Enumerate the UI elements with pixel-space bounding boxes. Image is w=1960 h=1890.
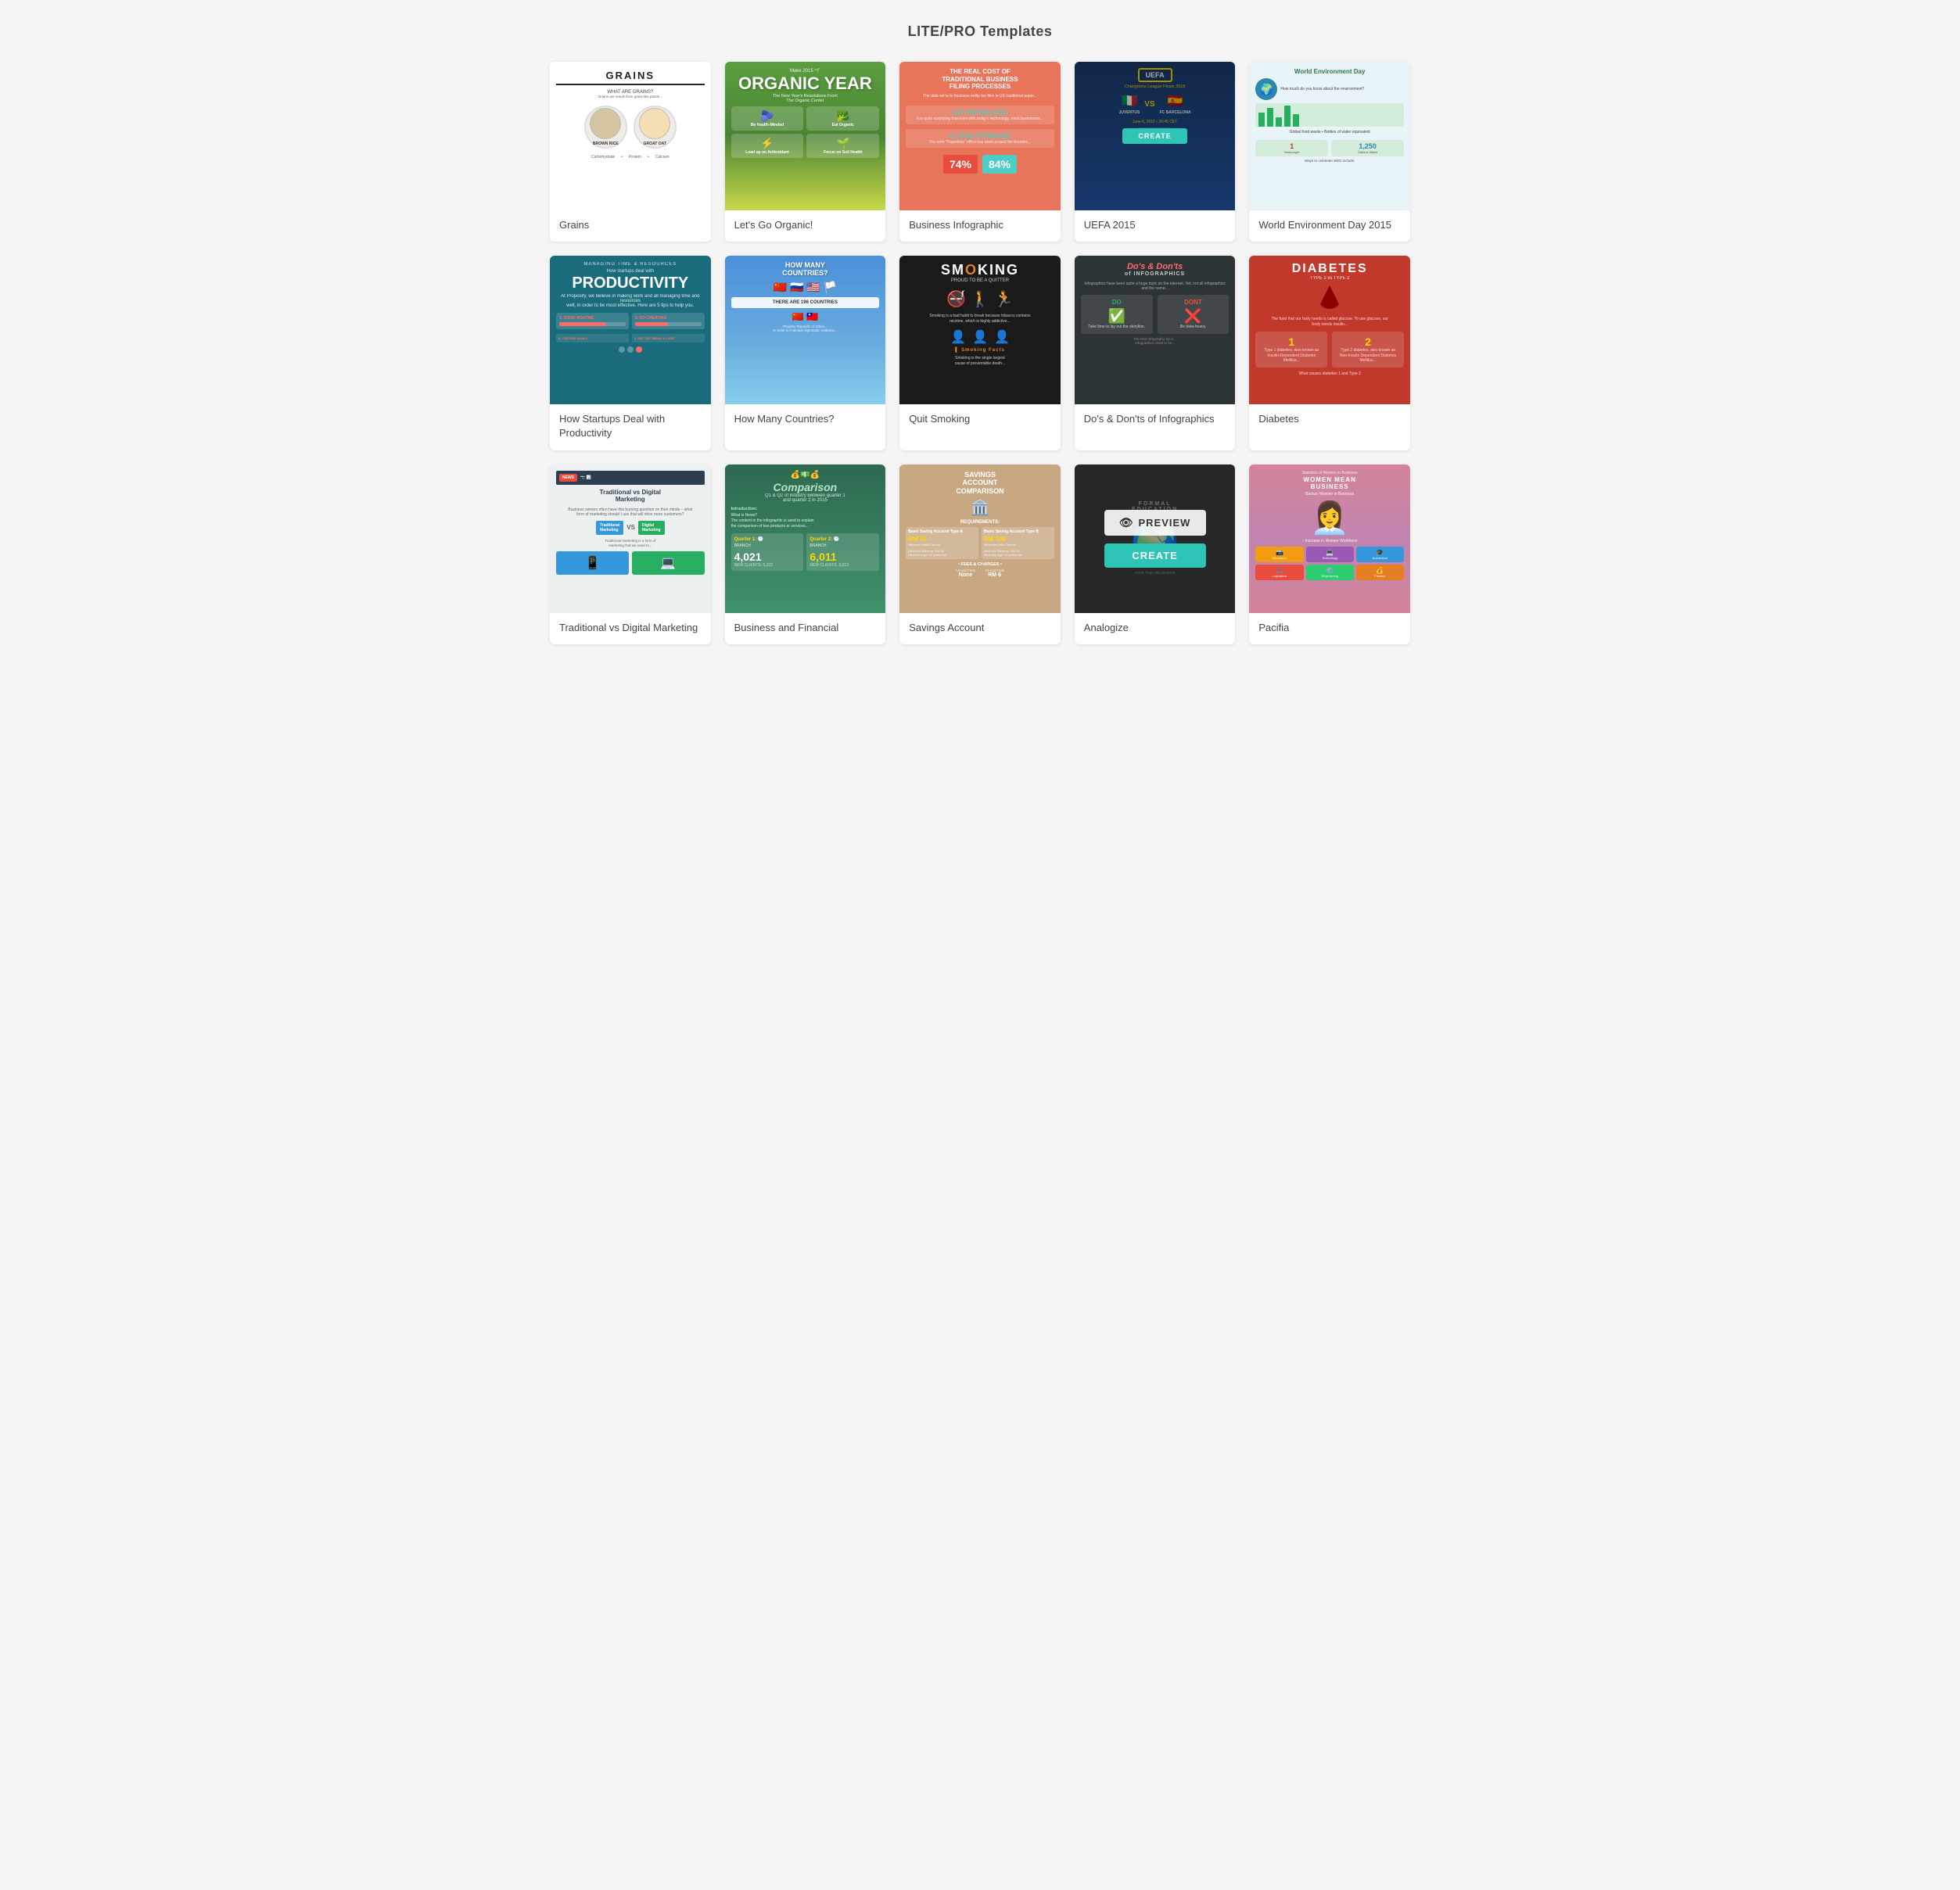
card-organic[interactable]: Make 2015 🌱 ORGANIC YEAR The New Year's … [725,62,886,242]
preview-btn-smoking[interactable]: 👁 PREVIEW [929,301,1031,327]
card-label-analogize: Analogize [1075,613,1236,644]
create-btn-financial[interactable]: CREATE [754,543,856,568]
eye-icon-smoking: 👁 [944,307,959,321]
card-thumb-world-env: World Environment Day 🌍 How much do you … [1249,62,1410,210]
create-btn-grains[interactable]: CREATE [580,141,681,165]
card-thumb-marketing: NEWS 📷 📊 Traditional vs DigitalMarketing… [550,464,711,613]
card-countries[interactable]: HOW MANYCOUNTRIES? 🇨🇳 🇷🇺 🇺🇸 🏳️ THERE ARE… [725,256,886,450]
preview-btn-grains[interactable]: 👁 PREVIEW [580,107,681,133]
card-productivity[interactable]: MANAGING TIME & RESOURCES How startups d… [550,256,711,450]
preview-btn-savings[interactable]: 👁 PREVIEW [929,510,1031,536]
eye-icon-dos-donts: 👁 [1119,307,1134,321]
card-diabetes[interactable]: DIABETES TYPE 1 vs TYPE 2 The food that … [1249,256,1410,450]
eye-icon-diabetes: 👁 [1294,307,1308,321]
preview-btn-organic[interactable]: 👁 PREVIEW [754,107,856,133]
card-smoking[interactable]: SMOKING PROUD TO BE A QUITTER 🚭 🚶 🏃 Smok… [899,256,1061,450]
preview-btn-world-env[interactable]: 👁 PREVIEW [1279,107,1380,133]
card-label-organic: Let's Go Organic! [725,210,886,242]
card-savings[interactable]: SAVINGSACCOUNTCOMPARISON 🏛️ REQUIREMENTS… [899,464,1061,644]
eye-icon-analogize: 👁 [1119,516,1134,529]
card-uefa[interactable]: UEFA Champions League Finals 2015 🇮🇹 JUV… [1075,62,1236,242]
card-label-productivity: How Startups Deal with Productivity [550,404,711,450]
card-financial[interactable]: 💰💵💰 Comparison Q1 & Q2 of industry betwe… [725,464,886,644]
overlay-analogize: 👁 PREVIEW CREATE [1075,464,1236,613]
preview-btn-countries[interactable]: 👁 PREVIEW [754,301,856,327]
card-thumb-productivity: MANAGING TIME & RESOURCES How startups d… [550,256,711,404]
preview-btn-diabetes[interactable]: 👁 PREVIEW [1279,301,1380,327]
create-btn-analogize[interactable]: CREATE [1104,543,1206,568]
card-thumb-uefa: UEFA Champions League Finals 2015 🇮🇹 JUV… [1075,62,1236,210]
card-grains[interactable]: GRAINS WHAT ARE GRAINS?Grains are seeds … [550,62,711,242]
card-thumb-analogize: FORMALEDUCATION 🌍 world map visualizatio… [1075,464,1236,613]
create-btn-smoking[interactable]: CREATE [929,335,1031,359]
card-label-countries: How Many Countries? [725,404,886,436]
card-label-dos-donts: Do's & Don'ts of Infographics [1075,404,1236,436]
card-thumb-smoking: SMOKING PROUD TO BE A QUITTER 🚭 🚶 🏃 Smok… [899,256,1061,404]
preview-btn-business[interactable]: 👁 PREVIEW [929,107,1031,133]
create-btn-countries[interactable]: CREATE [754,335,856,359]
eye-icon-marketing: 👁 [594,516,609,529]
card-label-savings: Savings Account [899,613,1061,644]
card-thumb-dos-donts: Do's & Don'ts of INFOGRAPHICS Infographi… [1075,256,1236,404]
preview-btn-analogize[interactable]: 👁 PREVIEW [1104,510,1206,536]
create-btn-uefa-visible[interactable]: CREATE [1122,128,1186,144]
eye-icon-world-env: 👁 [1294,113,1308,127]
create-btn-diabetes[interactable]: CREATE [1279,335,1380,359]
eye-icon-business: 👁 [944,113,959,127]
card-label-marketing: Traditional vs Digital Marketing [550,613,711,644]
card-label-world-env: World Environment Day 2015 [1249,210,1410,242]
eye-icon-productivity: 👁 [594,307,609,321]
eye-icon-financial: 👁 [770,516,784,529]
create-btn-pacifia[interactable]: CREATE [1279,543,1380,568]
create-btn-savings[interactable]: CREATE [929,543,1031,568]
card-analogize[interactable]: FORMALEDUCATION 🌍 world map visualizatio… [1075,464,1236,644]
card-label-pacifia: Pacifia [1249,613,1410,644]
card-business[interactable]: THE REAL COST OFTRADITIONAL BUSINESSFILI… [899,62,1061,242]
card-marketing[interactable]: NEWS 📷 📊 Traditional vs DigitalMarketing… [550,464,711,644]
create-btn-business[interactable]: CREATE [929,141,1031,165]
card-thumb-countries: HOW MANYCOUNTRIES? 🇨🇳 🇷🇺 🇺🇸 🏳️ THERE ARE… [725,256,886,404]
preview-btn-dos-donts[interactable]: 👁 PREVIEW [1104,301,1206,327]
card-label-uefa: UEFA 2015 [1075,210,1236,242]
create-btn-dos-donts[interactable]: CREATE [1104,335,1206,359]
card-label-grains: Grains [550,210,711,242]
card-thumb-grains: GRAINS WHAT ARE GRAINS?Grains are seeds … [550,62,711,210]
card-label-smoking: Quit Smoking [899,404,1061,436]
card-world-env[interactable]: World Environment Day 🌍 How much do you … [1249,62,1410,242]
card-thumb-diabetes: DIABETES TYPE 1 vs TYPE 2 The food that … [1249,256,1410,404]
create-btn-marketing[interactable]: CREATE [580,543,681,568]
create-btn-world-env[interactable]: CREATE [1279,141,1380,165]
card-dos-donts[interactable]: Do's & Don'ts of INFOGRAPHICS Infographi… [1075,256,1236,450]
template-grid: GRAINS WHAT ARE GRAINS?Grains are seeds … [550,62,1410,644]
preview-btn-productivity[interactable]: 👁 PREVIEW [580,301,681,327]
card-thumb-financial: 💰💵💰 Comparison Q1 & Q2 of industry betwe… [725,464,886,613]
page-title: LITE/PRO Templates [16,23,1944,40]
create-btn-organic[interactable]: CREATE [754,141,856,165]
preview-btn-marketing[interactable]: 👁 PREVIEW [580,510,681,536]
card-label-financial: Business and Financial [725,613,886,644]
card-label-business: Business Infographic [899,210,1061,242]
preview-btn-pacifia[interactable]: 👁 PREVIEW [1279,510,1380,536]
eye-icon-organic: 👁 [770,113,784,127]
eye-icon-pacifia: 👁 [1294,516,1308,529]
card-thumb-savings: SAVINGSACCOUNTCOMPARISON 🏛️ REQUIREMENTS… [899,464,1061,613]
eye-icon-countries: 👁 [770,307,784,321]
eye-icon-grains: 👁 [594,113,609,127]
create-btn-productivity[interactable]: CREATE [580,335,681,359]
card-pacifia[interactable]: Statistics of Women in Business WOMEN ME… [1249,464,1410,644]
preview-btn-financial[interactable]: 👁 PREVIEW [754,510,856,536]
card-thumb-organic: Make 2015 🌱 ORGANIC YEAR The New Year's … [725,62,886,210]
card-thumb-pacifia: Statistics of Women in Business WOMEN ME… [1249,464,1410,613]
eye-icon-savings: 👁 [944,516,959,529]
card-thumb-business: THE REAL COST OFTRADITIONAL BUSINESSFILI… [899,62,1061,210]
overlay-uefa: CREATE [1075,62,1236,210]
card-label-diabetes: Diabetes [1249,404,1410,436]
